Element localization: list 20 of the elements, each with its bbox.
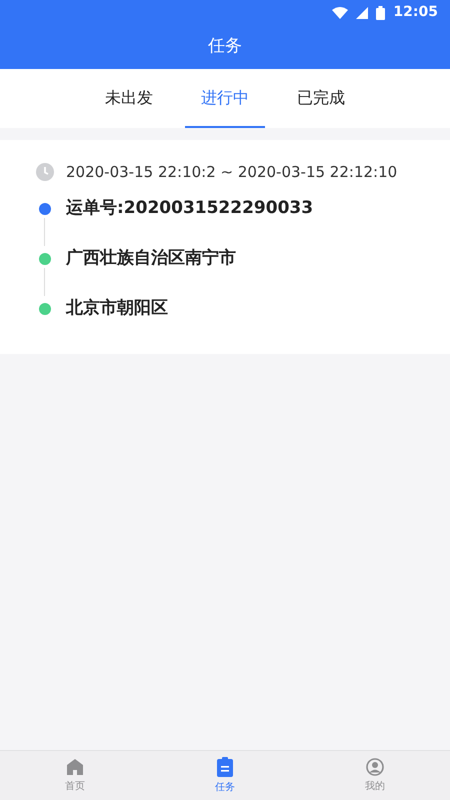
tab[interactable]: 已完成 — [281, 69, 361, 128]
home-icon — [66, 758, 84, 776]
step-text: 运单号:2020031522290033 — [66, 197, 314, 220]
step-text: 广西壮族自治区南宁市 — [66, 247, 236, 270]
signal-icon — [356, 6, 368, 18]
tab[interactable]: 未出发 — [89, 69, 169, 128]
wifi-icon — [332, 6, 348, 18]
task-card[interactable]: 2020-03-15 22:10:2 ~ 2020-03-15 22:12:10 运单号:2020031522290033 广西壮族自治区南宁市 北京市朝阳区 — [0, 140, 450, 354]
page-title: 任务 — [208, 35, 242, 58]
step-text: 北京市朝阳区 — [66, 297, 168, 320]
nav-item[interactable]: 任务 — [150, 751, 300, 800]
clock-icon — [36, 163, 54, 181]
nav-item[interactable]: 我的 — [300, 751, 450, 800]
status-time: 12:05 — [393, 3, 438, 22]
tab[interactable]: 进行中 — [185, 69, 265, 128]
battery-icon — [376, 6, 386, 20]
time-range: 2020-03-15 22:10:2 ~ 2020-03-15 22:12:10 — [66, 162, 398, 183]
nav-item[interactable]: 首页 — [0, 751, 150, 800]
user-icon — [366, 758, 384, 776]
clipboard-icon — [217, 756, 233, 776]
